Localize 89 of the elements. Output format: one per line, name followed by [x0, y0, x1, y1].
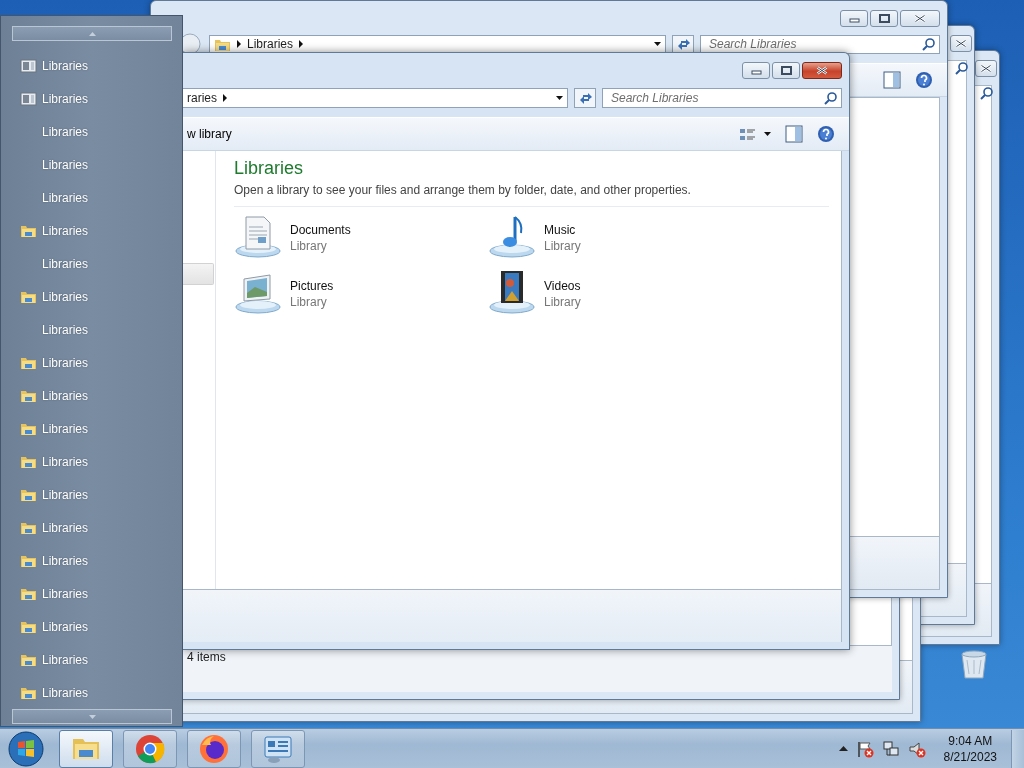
library-type: Library	[290, 239, 328, 253]
menu-item[interactable]: Libraries	[12, 577, 172, 610]
folder-icon	[20, 388, 37, 403]
taskbar-button[interactable]	[251, 729, 305, 768]
close-icon	[914, 14, 926, 23]
folder-icon	[20, 355, 37, 370]
folder-icon	[20, 487, 37, 502]
menu-item[interactable]: Libraries	[12, 511, 172, 544]
close-button[interactable]	[975, 60, 997, 77]
folder-icon	[20, 619, 37, 634]
folder-icon	[20, 454, 37, 469]
menu-item[interactable]: Libraries	[12, 49, 172, 82]
library-type: Library	[544, 295, 581, 309]
maximize-button[interactable]	[870, 10, 898, 27]
address-bar[interactable]: raries	[183, 88, 568, 108]
menu-item[interactable]: Libraries	[12, 478, 172, 511]
up-arrow-icon	[88, 31, 96, 36]
folder-icon	[20, 553, 37, 568]
library-name[interactable]: Pictures	[290, 279, 334, 293]
folder-icon	[20, 520, 37, 535]
close-button[interactable]	[950, 35, 972, 52]
close-button[interactable]	[802, 62, 842, 79]
start-button[interactable]	[7, 729, 45, 768]
search-box[interactable]: Search Libraries	[700, 34, 940, 54]
maximize-icon	[878, 14, 890, 23]
menu-item[interactable]: Libraries	[12, 346, 172, 379]
close-icon	[980, 64, 992, 73]
search-icon[interactable]	[824, 91, 837, 105]
library-name[interactable]: Music	[544, 223, 581, 237]
folder-icon	[20, 652, 37, 667]
menu-item[interactable]: Libraries	[12, 115, 172, 148]
action-center-flag-icon[interactable]	[855, 739, 874, 758]
menu-item[interactable]: Libraries	[12, 214, 172, 247]
search-field[interactable]: Search Libraries	[611, 89, 824, 107]
menu-item[interactable]: Libraries	[12, 544, 172, 577]
menu-item[interactable]: Libraries	[12, 313, 172, 346]
show-hidden-icons-button[interactable]	[838, 746, 848, 751]
close-icon	[955, 39, 967, 48]
clock-date[interactable]: 8/21/2023	[943, 748, 997, 765]
close-icon	[816, 66, 828, 75]
library-type: Library	[544, 239, 581, 253]
page-heading: Libraries	[234, 157, 305, 179]
breadcrumb-item[interactable]: Libraries	[247, 37, 294, 51]
library-icon	[20, 58, 37, 73]
menu-item[interactable]: Libraries	[12, 412, 172, 445]
folder-icon	[20, 421, 37, 436]
library-name[interactable]: Videos	[544, 279, 581, 293]
chrome-icon	[134, 732, 166, 765]
menu-item[interactable]: Libraries	[12, 445, 172, 478]
search-icon[interactable]	[980, 87, 993, 100]
menu-item[interactable]: Libraries	[12, 610, 172, 643]
help-icon[interactable]	[817, 125, 835, 143]
library-name[interactable]: Documents	[290, 223, 351, 237]
taskbar-button[interactable]	[187, 729, 241, 768]
taskbar-button[interactable]	[59, 729, 113, 768]
help-icon[interactable]	[915, 71, 933, 89]
breadcrumb-arrow-icon[interactable]	[299, 40, 304, 48]
menu-item[interactable]: Libraries	[12, 148, 172, 181]
dropdown-icon[interactable]	[654, 42, 661, 46]
clock-time[interactable]: 9:04 AM	[948, 732, 993, 749]
view-options-icon[interactable]	[739, 127, 756, 141]
taskbar-button[interactable]	[123, 729, 177, 768]
menu-item[interactable]: Libraries	[12, 181, 172, 214]
folder-icon	[20, 685, 37, 700]
library-icon	[20, 91, 37, 106]
down-arrow-icon	[88, 714, 96, 719]
breadcrumb-arrow-icon[interactable]	[223, 94, 227, 102]
menu-item[interactable]: Libraries	[12, 82, 172, 115]
search-field[interactable]: Search Libraries	[709, 35, 922, 53]
maximize-button[interactable]	[772, 62, 800, 79]
menu-item[interactable]: Libraries	[12, 379, 172, 412]
volume-muted-icon[interactable]	[907, 739, 926, 758]
refresh-button[interactable]	[574, 88, 596, 108]
folder-icon	[20, 586, 37, 601]
network-icon[interactable]	[881, 739, 900, 758]
breadcrumb-item[interactable]: raries	[187, 91, 217, 105]
search-icon[interactable]	[922, 37, 935, 51]
menu-item[interactable]: Libraries	[12, 247, 172, 280]
search-icon[interactable]	[955, 62, 968, 75]
breadcrumb-arrow-icon[interactable]	[237, 40, 241, 48]
firefox-icon	[198, 732, 230, 765]
library-type: Library	[290, 295, 328, 309]
new-library-button[interactable]: w library	[187, 127, 232, 141]
folder-icon	[20, 223, 37, 238]
menu-item[interactable]: Libraries	[12, 280, 172, 313]
folder-icon	[20, 289, 37, 304]
maximize-icon	[780, 66, 792, 75]
search-box[interactable]: Search Libraries	[602, 88, 842, 108]
page-description: Open a library to see your files and arrange them by folder, date, and other properties.	[234, 183, 829, 207]
